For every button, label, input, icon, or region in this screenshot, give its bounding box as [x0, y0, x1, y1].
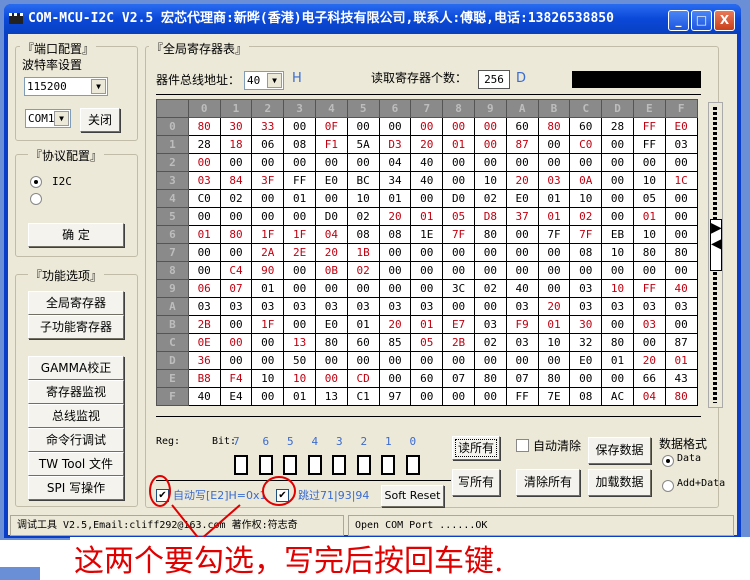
annotation-arrow [171, 504, 241, 542]
desktop-strip [0, 567, 40, 580]
annotation-text: 这两个要勾选，写完后按回车键. [74, 544, 504, 579]
annotation-circle [262, 476, 296, 506]
annotation-marks [149, 475, 296, 542]
annotation-circle [149, 475, 171, 507]
